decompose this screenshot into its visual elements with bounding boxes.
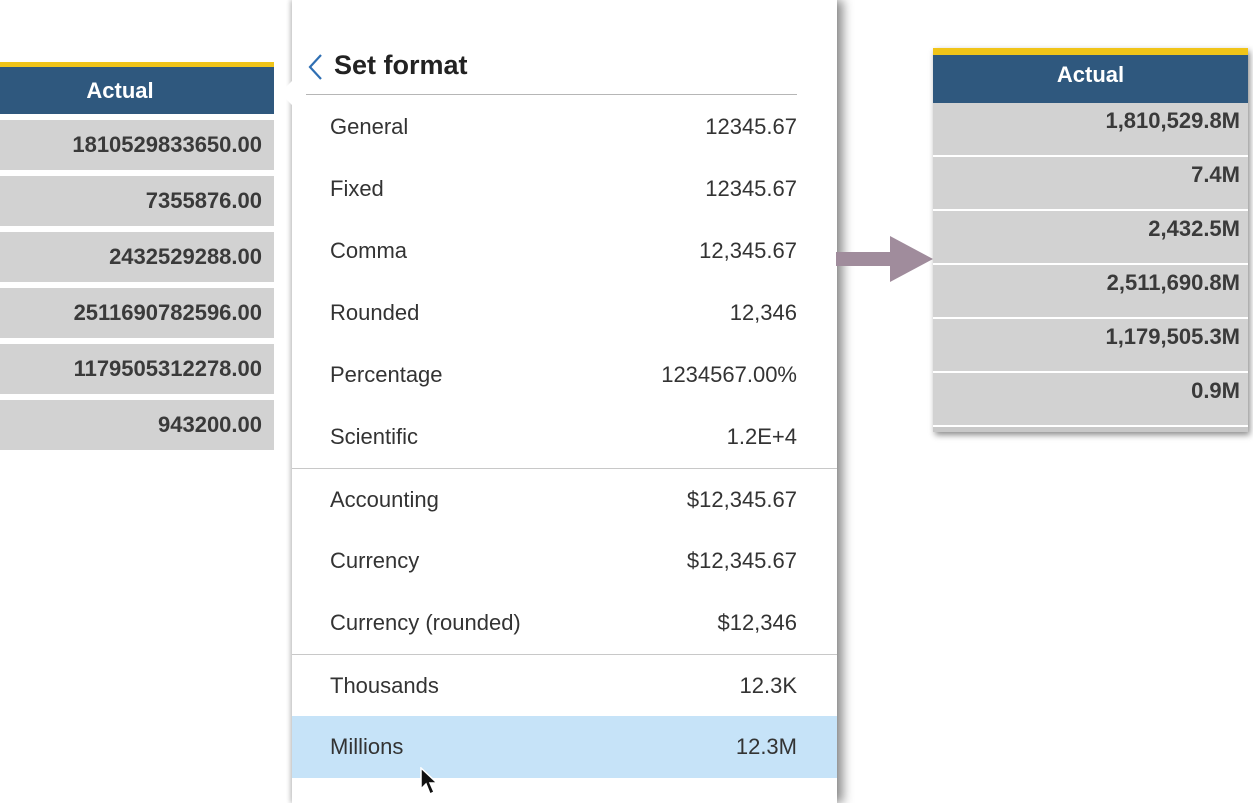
cell-value: 1,179,505.3M <box>1105 324 1240 349</box>
format-name: Comma <box>330 238 408 263</box>
table-cell: 2432529288.00 <box>0 232 274 282</box>
format-name: Currency <box>330 548 420 573</box>
format-option-accounting[interactable]: Accounting $12,345.67 <box>292 468 837 530</box>
formatted-values-table: Actual 1,810,529.8M 7.4M 2,432.5M 2,511,… <box>933 48 1248 432</box>
format-example: 1234567.00% <box>661 362 797 387</box>
format-example: 12345.67 <box>705 176 797 201</box>
table-cell: 0.9M <box>933 373 1248 427</box>
format-option-thousands[interactable]: Thousands 12.3K <box>292 654 837 716</box>
original-values-table: Actual 1810529833650.00 7355876.00 24325… <box>0 62 274 450</box>
table-cell: 1,179,505.3M <box>933 319 1248 373</box>
table-cell: 2511690782596.00 <box>0 288 274 338</box>
format-example: 12345.67 <box>705 114 797 139</box>
table-header: Actual <box>933 48 1248 103</box>
format-option-currency[interactable]: Currency $12,345.67 <box>292 530 837 592</box>
format-name: Millions <box>330 734 404 759</box>
format-name: Currency (rounded) <box>330 610 521 635</box>
cell-value: 0.9M <box>1191 378 1240 403</box>
format-list: General 12345.67 Fixed 12345.67 Comma 12… <box>292 96 837 778</box>
table-cell: 1,810,529.8M <box>933 103 1248 157</box>
format-example: 12.3K <box>739 672 798 698</box>
mouse-pointer-icon <box>419 766 441 802</box>
table-cell: 1810529833650.00 <box>0 120 274 170</box>
table-cell: 2,511,690.8M <box>933 265 1248 319</box>
format-example: $12,345.67 <box>686 548 797 573</box>
format-example: $12,345.67 <box>686 486 797 512</box>
format-option-rounded[interactable]: Rounded 12,346 <box>292 282 837 344</box>
format-option-millions[interactable]: Millions 12.3M <box>292 716 837 778</box>
format-option-general[interactable]: General 12345.67 <box>292 96 837 158</box>
format-option-currency-rounded[interactable]: Currency (rounded) $12,346 <box>292 592 837 654</box>
format-option-comma[interactable]: Comma 12,345.67 <box>292 220 837 282</box>
format-option-percentage[interactable]: Percentage 1234567.00% <box>292 344 837 406</box>
table-cell: 2,432.5M <box>933 211 1248 265</box>
table-cell: 7.4M <box>933 157 1248 211</box>
format-name: Percentage <box>330 362 443 387</box>
table-cell: 1179505312278.00 <box>0 344 274 394</box>
format-example: $12,346 <box>717 610 797 635</box>
format-option-fixed[interactable]: Fixed 12345.67 <box>292 158 837 220</box>
table-cell: 943200.00 <box>0 400 274 450</box>
cell-value: 2,511,690.8M <box>1106 270 1240 295</box>
format-name: General <box>330 114 409 139</box>
table-header: Actual <box>0 62 274 114</box>
format-name: Fixed <box>330 176 384 201</box>
format-name: Accounting <box>330 486 439 512</box>
cell-value: 2511690782596.00 <box>73 300 262 325</box>
column-header-actual: Actual <box>1056 62 1125 87</box>
format-option-scientific[interactable]: Scientific 1.2E+4 <box>292 406 837 468</box>
format-name: Rounded <box>330 300 420 325</box>
format-example: 1.2E+4 <box>726 424 797 449</box>
cell-value: 943200.00 <box>158 412 262 437</box>
cell-value: 2432529288.00 <box>109 244 262 269</box>
format-example: 12.3M <box>735 734 797 759</box>
format-example: 12,345.67 <box>699 238 797 263</box>
cell-value: 1,810,529.8M <box>1105 108 1240 133</box>
format-name: Scientific <box>330 424 419 449</box>
format-example: 12,346 <box>729 300 797 325</box>
cell-value: 7.4M <box>1191 162 1240 187</box>
cell-value: 1179505312278.00 <box>73 356 262 381</box>
table-cell: 7355876.00 <box>0 176 274 226</box>
cell-value: 2,432.5M <box>1148 216 1240 241</box>
popup-title: Set format <box>334 49 468 80</box>
chevron-left-icon[interactable] <box>306 50 330 84</box>
format-name: Thousands <box>330 672 439 698</box>
set-format-popup: Set format General 12345.67 Fixed 12345.… <box>280 0 837 803</box>
popup-header: Set format <box>306 40 797 95</box>
cell-value: 1810529833650.00 <box>72 132 262 157</box>
right-arrow-icon <box>836 232 936 297</box>
cell-value: 7355876.00 <box>145 188 262 213</box>
column-header-actual: Actual <box>86 77 154 103</box>
